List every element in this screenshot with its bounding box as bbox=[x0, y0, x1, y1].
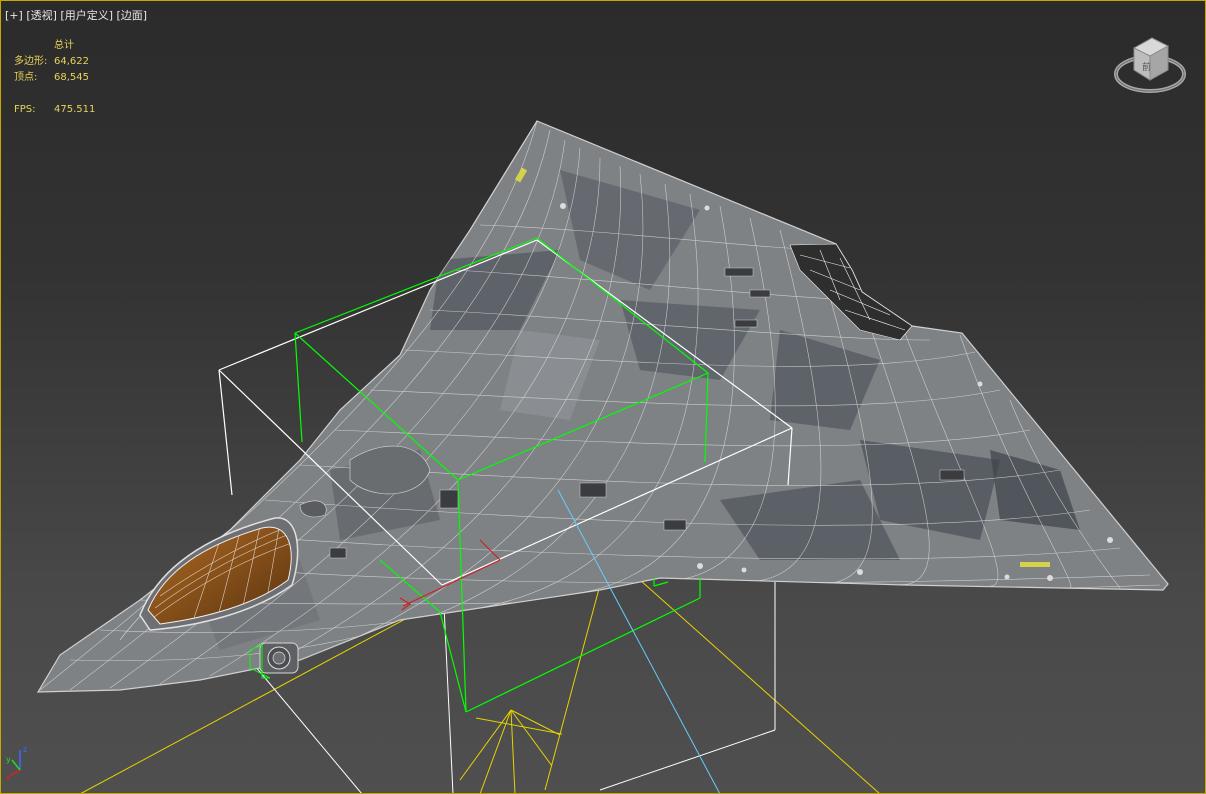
axis-x-label: x bbox=[6, 773, 11, 780]
axis-y-label: y bbox=[6, 755, 11, 764]
axis-tripod-icon: z y x bbox=[6, 745, 27, 780]
scene-canvas[interactable] bbox=[0, 0, 1206, 794]
aircraft-model[interactable] bbox=[36, 120, 1169, 693]
viewcube-face-label: 前 bbox=[1142, 61, 1151, 73]
axis-z-label: z bbox=[23, 745, 27, 754]
perspective-viewport[interactable]: [+] [透视] [用户定义] [边面] 总计 多边形: 64,622 顶点: 68… bbox=[0, 0, 1206, 794]
viewcube-icon[interactable]: 前 bbox=[1112, 30, 1188, 98]
